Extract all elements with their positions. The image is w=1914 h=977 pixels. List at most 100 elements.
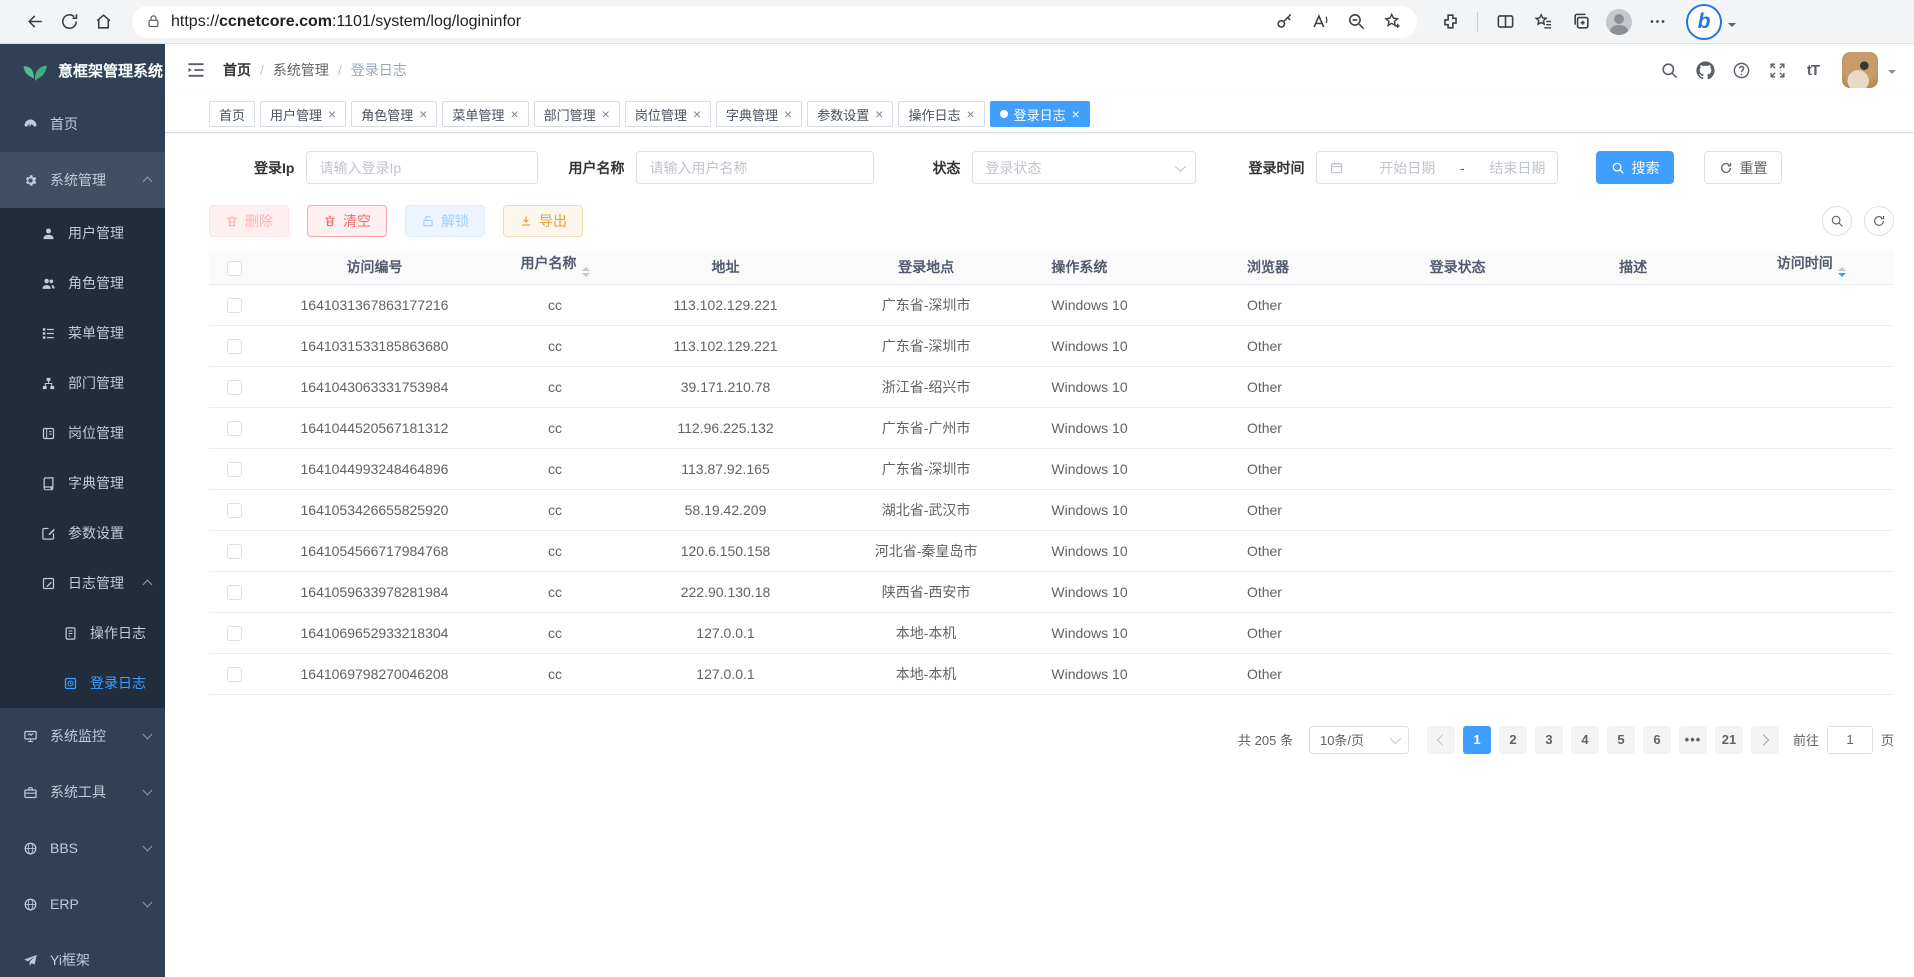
read-aloud-icon[interactable] — [1305, 7, 1335, 37]
unlock-button[interactable]: 解锁 — [405, 205, 485, 237]
sidebar-item-erp[interactable]: ERP — [0, 876, 165, 932]
refresh-table-button[interactable] — [1864, 206, 1894, 236]
tab-close-icon[interactable]: × — [1072, 107, 1080, 121]
sort-icons[interactable] — [582, 263, 590, 281]
table-row[interactable]: 1641053426655825920 cc 58.19.42.209 湖北省-… — [209, 489, 1894, 530]
goto-page-input[interactable] — [1827, 726, 1873, 754]
passwords-key-icon[interactable] — [1269, 7, 1299, 37]
breadcrumb-system[interactable]: 系统管理 — [273, 60, 329, 80]
column-header-time[interactable]: 访问时间 — [1728, 251, 1894, 284]
sidebar-item-dict-management[interactable]: 字典管理 — [0, 458, 165, 508]
page-button-5[interactable]: 5 — [1607, 726, 1635, 754]
browser-menu-icon[interactable] — [1640, 5, 1674, 39]
browser-refresh-button[interactable] — [52, 5, 86, 39]
page-button-21[interactable]: 21 — [1715, 726, 1743, 754]
sidebar-item-log-management[interactable]: 日志管理 — [0, 558, 165, 608]
table-row[interactable]: 1641044520567181312 cc 112.96.225.132 广东… — [209, 407, 1894, 448]
avatar-caret-icon[interactable] — [1888, 70, 1896, 78]
row-checkbox[interactable] — [227, 667, 242, 682]
sidebar-item-role-management[interactable]: 角色管理 — [0, 258, 165, 308]
sort-icons[interactable] — [1838, 263, 1846, 281]
login-ip-input[interactable] — [319, 160, 525, 176]
row-checkbox[interactable] — [227, 339, 242, 354]
sidebar-item-operation-log[interactable]: 操作日志 — [0, 608, 165, 658]
next-page-button[interactable] — [1751, 726, 1779, 754]
tab-close-icon[interactable]: × — [510, 107, 518, 121]
favorites-hub-icon[interactable] — [1526, 5, 1560, 39]
table-row[interactable]: 1641043063331753984 cc 39.171.210.78 浙江省… — [209, 366, 1894, 407]
tab-parameter-settings[interactable]: 参数设置× — [807, 101, 893, 127]
tab-home[interactable]: 首页 — [209, 101, 255, 127]
tab-menu-management[interactable]: 菜单管理× — [442, 101, 528, 127]
sidebar-item-yi-framework[interactable]: Yi框架 — [0, 932, 165, 977]
header-search-icon[interactable] — [1656, 57, 1682, 83]
column-header-user[interactable]: 用户名称 — [490, 251, 620, 284]
sidebar-item-system-management[interactable]: 系统管理 — [0, 152, 165, 208]
copilot-caret-icon[interactable] — [1728, 23, 1736, 31]
more-pages-button[interactable]: ••• — [1679, 726, 1707, 754]
tab-user-management[interactable]: 用户管理× — [260, 101, 346, 127]
tab-close-icon[interactable]: × — [784, 107, 792, 121]
collections-icon[interactable] — [1564, 5, 1598, 39]
row-checkbox[interactable] — [227, 380, 242, 395]
sidebar-item-system-monitor[interactable]: 系统监控 — [0, 708, 165, 764]
row-checkbox[interactable] — [227, 298, 242, 313]
tab-post-management[interactable]: 岗位管理× — [625, 101, 711, 127]
tab-role-management[interactable]: 角色管理× — [351, 101, 437, 127]
page-button-1[interactable]: 1 — [1463, 726, 1491, 754]
row-checkbox[interactable] — [227, 503, 242, 518]
table-row[interactable]: 1641069652933218304 cc 127.0.0.1 本地-本机 W… — [209, 612, 1894, 653]
table-row[interactable]: 1641054566717984768 cc 120.6.150.158 河北省… — [209, 530, 1894, 571]
username-input[interactable] — [649, 160, 861, 176]
tab-dict-management[interactable]: 字典管理× — [716, 101, 802, 127]
page-button-4[interactable]: 4 — [1571, 726, 1599, 754]
select-all-checkbox[interactable] — [227, 261, 242, 276]
tab-close-icon[interactable]: × — [602, 107, 610, 121]
tab-login-log[interactable]: 登录日志× — [990, 101, 1090, 127]
zoom-out-icon[interactable] — [1341, 7, 1371, 37]
extensions-icon[interactable] — [1433, 5, 1467, 39]
delete-button[interactable]: 删除 — [209, 205, 289, 237]
address-bar[interactable]: https://ccnetcore.com:1101/system/log/lo… — [132, 6, 1417, 38]
status-select[interactable]: 登录状态 — [972, 151, 1196, 184]
tab-department-management[interactable]: 部门管理× — [534, 101, 620, 127]
toggle-search-button[interactable] — [1822, 206, 1852, 236]
add-favorite-star-icon[interactable] — [1377, 7, 1407, 37]
tab-close-icon[interactable]: × — [966, 107, 974, 121]
copilot-icon[interactable]: b — [1686, 4, 1722, 40]
search-button[interactable]: 搜索 — [1596, 151, 1674, 184]
tab-close-icon[interactable]: × — [875, 107, 883, 121]
sidebar-item-login-log[interactable]: 登录日志 — [0, 658, 165, 708]
table-row[interactable]: 1641031533185863680 cc 113.102.129.221 广… — [209, 325, 1894, 366]
table-row[interactable]: 1641069798270046208 cc 127.0.0.1 本地-本机 W… — [209, 653, 1894, 694]
browser-home-button[interactable] — [86, 5, 120, 39]
fullscreen-icon[interactable] — [1764, 57, 1790, 83]
user-avatar[interactable] — [1842, 52, 1878, 88]
prev-page-button[interactable] — [1427, 726, 1455, 754]
row-checkbox[interactable] — [227, 544, 242, 559]
page-button-6[interactable]: 6 — [1643, 726, 1671, 754]
page-size-select[interactable]: 10条/页 — [1309, 726, 1409, 754]
font-size-icon[interactable]: tT — [1800, 57, 1826, 83]
tab-close-icon[interactable]: × — [693, 107, 701, 121]
row-checkbox[interactable] — [227, 462, 242, 477]
github-icon[interactable] — [1692, 57, 1718, 83]
sidebar-collapse-icon[interactable] — [183, 57, 209, 83]
split-screen-icon[interactable] — [1488, 5, 1522, 39]
row-checkbox[interactable] — [227, 585, 242, 600]
browser-profile-avatar[interactable] — [1602, 5, 1636, 39]
page-button-3[interactable]: 3 — [1535, 726, 1563, 754]
row-checkbox[interactable] — [227, 626, 242, 641]
sidebar-item-parameter-settings[interactable]: 参数设置 — [0, 508, 165, 558]
sidebar-item-user-management[interactable]: 用户管理 — [0, 208, 165, 258]
tab-operation-log[interactable]: 操作日志× — [898, 101, 984, 127]
table-row[interactable]: 1641044993248464896 cc 113.87.92.165 广东省… — [209, 448, 1894, 489]
sidebar-item-home[interactable]: 首页 — [0, 96, 165, 152]
reset-button[interactable]: 重置 — [1704, 151, 1782, 184]
sidebar-item-post-management[interactable]: 岗位管理 — [0, 408, 165, 458]
browser-back-button[interactable] — [18, 5, 52, 39]
table-row[interactable]: 1641059633978281984 cc 222.90.130.18 陕西省… — [209, 571, 1894, 612]
sidebar-item-bbs[interactable]: BBS — [0, 820, 165, 876]
page-button-2[interactable]: 2 — [1499, 726, 1527, 754]
sidebar-item-department-management[interactable]: 部门管理 — [0, 358, 165, 408]
